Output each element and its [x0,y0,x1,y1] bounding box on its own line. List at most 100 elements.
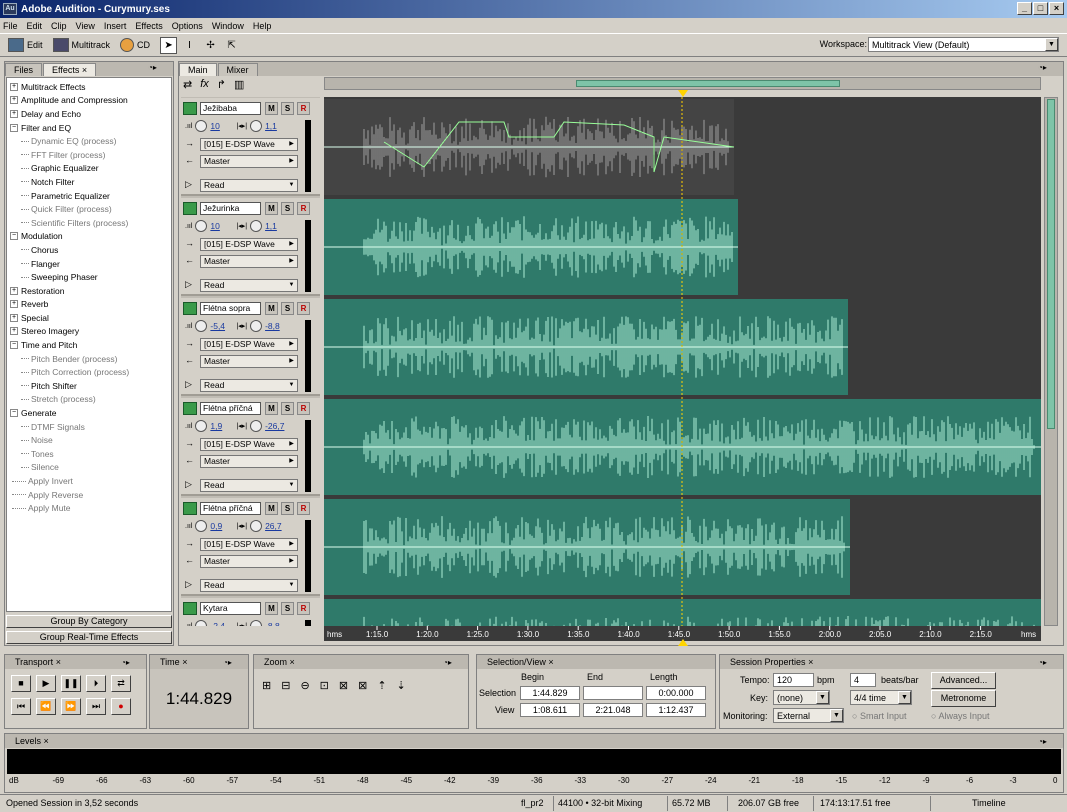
effects-tree-item[interactable]: Apply Reverse [7,488,171,502]
selection-end-field[interactable] [583,686,643,700]
tab-effects[interactable]: Effects × [43,63,97,76]
track-io-icon[interactable] [183,502,197,515]
effects-tree-item[interactable]: Notch Filter [7,175,171,189]
input-dropdown[interactable]: [015] E-DSP Wave ▶ [200,338,298,351]
audio-clip[interactable] [324,99,734,195]
inputs-outputs-icon[interactable]: ⇄ [183,78,192,91]
collapse-icon[interactable]: − [10,232,18,241]
menu-options[interactable]: Options [172,21,203,31]
automation-mode-dropdown[interactable]: Read ▼ [200,279,298,292]
volume-value[interactable]: 1,9 [210,421,236,431]
zoom-in-horizontal-icon[interactable]: ⊞ [262,679,271,692]
expand-icon[interactable]: + [10,313,18,322]
pan-knob[interactable] [250,520,263,532]
expand-triangle-icon[interactable]: ▷ [185,279,192,290]
effects-tree-item[interactable]: Pitch Shifter [7,379,171,393]
zoom-out-horizontal-icon[interactable]: ⊟ [281,679,290,692]
volume-value[interactable]: -2,4 [210,621,236,626]
minimize-button[interactable]: _ [1017,2,1032,15]
audio-clip[interactable] [324,199,738,295]
smart-input-radio[interactable]: ○ Smart Input [852,711,906,721]
effects-tree-item[interactable]: Noise [7,433,171,447]
pan-value[interactable]: -26,7 [265,421,291,431]
advanced-button[interactable]: Advanced... [931,672,996,689]
output-dropdown[interactable]: Master ▶ [200,555,298,568]
vertical-scrollbar-thumb[interactable] [1047,99,1055,429]
expand-icon[interactable]: + [10,109,18,118]
track-name-field[interactable]: Flétna příčná [200,402,261,415]
zoom-in-vertical-icon[interactable]: ⇡ [377,679,386,692]
effects-tree-item[interactable]: Parametric Equalizer [7,189,171,203]
volume-knob[interactable] [195,420,208,432]
sends-icon[interactable]: ↱ [217,78,226,91]
effects-tree-item[interactable]: Apply Invert [7,474,171,488]
multitrack-view-button[interactable]: Multitrack [52,38,110,52]
panel-menu-icon[interactable]: ◔▸ [1038,63,1060,74]
menu-insert[interactable]: Insert [104,21,127,31]
key-dropdown[interactable]: (none) ▼ [773,690,830,705]
fx-icon[interactable]: fx [200,78,209,91]
effects-tree-item[interactable]: Silence [7,461,171,475]
volume-value[interactable]: 10 [210,121,236,131]
menu-window[interactable]: Window [212,21,244,31]
automation-mode-dropdown[interactable]: Read ▼ [200,579,298,592]
menu-clip[interactable]: Clip [51,21,67,31]
go-to-end-button[interactable]: ⏭ [86,698,106,715]
zoom-right-edge-icon[interactable]: ⊠ [358,679,367,692]
record-button[interactable]: ● [111,698,131,715]
track-io-icon[interactable] [183,102,197,115]
track-io-icon[interactable] [183,302,197,315]
eq-icon[interactable]: ▥ [234,78,244,91]
pan-knob[interactable] [250,320,263,332]
menu-help[interactable]: Help [253,21,272,31]
audio-clip[interactable] [324,299,848,395]
tempo-field[interactable]: 120 [773,673,814,687]
input-dropdown[interactable]: [015] E-DSP Wave ▶ [200,538,298,551]
effects-tree-item[interactable]: + Stereo Imagery [7,325,171,339]
record-arm-button[interactable]: R [297,502,310,515]
pause-button[interactable]: ❚❚ [61,675,81,692]
input-dropdown[interactable]: [015] E-DSP Wave ▶ [200,138,298,151]
close-icon[interactable]: × [808,657,813,667]
menu-view[interactable]: View [76,21,95,31]
pan-value[interactable]: -8,8 [265,621,291,626]
automation-mode-dropdown[interactable]: Read ▼ [200,179,298,192]
workspace-dropdown[interactable]: Multitrack View (Default) ▼ [868,37,1059,52]
loop-button[interactable]: ⇄ [111,675,131,692]
automation-mode-dropdown[interactable]: Read ▼ [200,379,298,392]
pan-knob[interactable] [250,120,263,132]
go-to-start-button[interactable]: ⏮ [11,698,31,715]
output-dropdown[interactable]: Master ▶ [200,355,298,368]
close-icon[interactable]: × [56,657,61,667]
solo-button[interactable]: S [281,202,294,215]
mute-button[interactable]: M [265,102,278,115]
zoom-to-selection-icon[interactable]: ⊡ [320,679,329,692]
move-tool[interactable]: ➤ [160,36,178,54]
expand-triangle-icon[interactable]: ▷ [185,179,192,190]
track-io-icon[interactable] [183,202,197,215]
effects-tree-item[interactable]: Stretch (process) [7,393,171,407]
panel-menu-icon[interactable]: ◔▸ [1038,735,1060,746]
effects-tree-item[interactable]: − Generate [7,406,171,420]
effects-tree-item[interactable]: Chorus [7,243,171,257]
zoom-left-edge-icon[interactable]: ⊠ [339,679,348,692]
mute-button[interactable]: M [265,202,278,215]
monitoring-dropdown[interactable]: External ▼ [773,708,844,723]
effects-tree-item[interactable]: − Filter and EQ [7,121,171,135]
audio-clip[interactable] [324,499,850,595]
output-dropdown[interactable]: Master ▶ [200,155,298,168]
volume-knob[interactable] [195,520,208,532]
beats-field[interactable]: 4 [850,673,876,687]
solo-button[interactable]: S [281,402,294,415]
expand-triangle-icon[interactable]: ▷ [185,579,192,590]
group-by-category-button[interactable]: Group By Category [6,615,172,628]
close-icon[interactable]: × [44,736,49,746]
expand-triangle-icon[interactable]: ▷ [185,479,192,490]
record-arm-button[interactable]: R [297,402,310,415]
panel-menu-icon[interactable]: ◔▸ [148,63,170,74]
stop-button[interactable]: ■ [11,675,31,692]
volume-knob[interactable] [195,220,208,232]
effects-tree-item[interactable]: Scientific Filters (process) [7,216,171,230]
close-icon[interactable]: × [290,657,295,667]
track-name-field[interactable]: Flétna příčná [200,502,261,515]
